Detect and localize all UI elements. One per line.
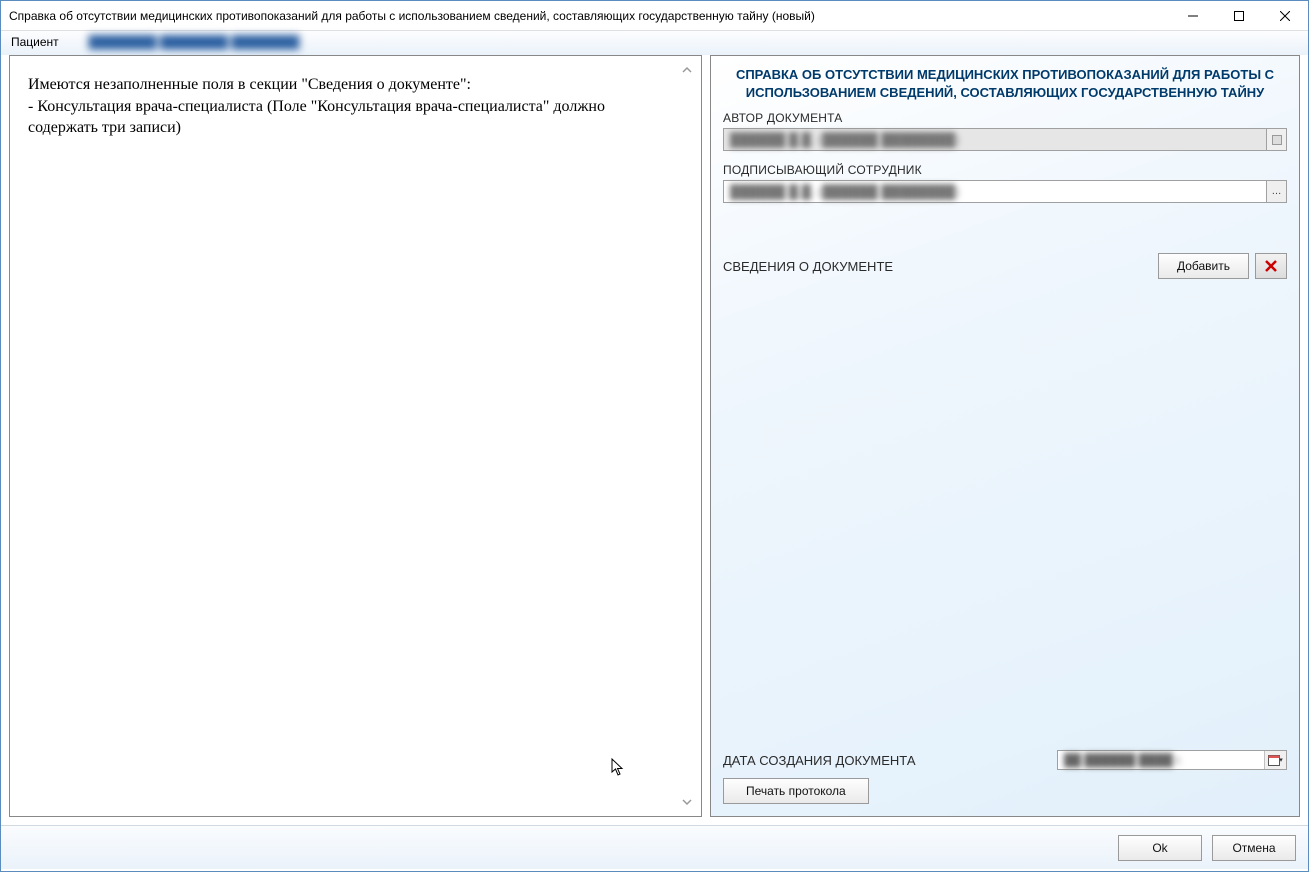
date-value[interactable]: ██ ██████ ████ г. xyxy=(1058,751,1264,769)
scroll-down-icon[interactable] xyxy=(679,794,695,810)
titlebar: Справка об отсутствии медицинских против… xyxy=(1,1,1308,31)
ok-button[interactable]: Ok xyxy=(1118,835,1202,861)
form-pane: СПРАВКА ОБ ОТСУТСТВИИ МЕДИЦИНСКИХ ПРОТИВ… xyxy=(710,55,1300,817)
signer-field-wrap: ПОДПИСЫВАЮЩИЙ СОТРУДНИК ██████ █.█. (███… xyxy=(723,163,1287,203)
patient-row: Пациент ████████ ████████ ████████ xyxy=(1,31,1308,55)
date-row: ДАТА СОЗДАНИЯ ДОКУМЕНТА ██ ██████ ████ г… xyxy=(723,750,1287,770)
signer-input[interactable]: ██████ █.█. (██████ ████████) xyxy=(724,181,1266,202)
form-spacer xyxy=(723,285,1287,742)
scroll-up-icon[interactable] xyxy=(679,62,695,78)
author-picker-button[interactable] xyxy=(1266,129,1286,150)
signer-label: ПОДПИСЫВАЮЩИЙ СОТРУДНИК xyxy=(723,163,1287,177)
validation-heading: Имеются незаполненные поля в секции "Све… xyxy=(28,74,661,96)
author-label: АВТОР ДОКУМЕНТА xyxy=(723,111,1287,125)
patient-name: ████████ ████████ ████████ xyxy=(89,35,300,49)
signer-picker-button[interactable]: … xyxy=(1266,181,1286,202)
patient-label: Пациент xyxy=(11,35,59,49)
document-heading: СПРАВКА ОБ ОТСУТСТВИИ МЕДИЦИНСКИХ ПРОТИВ… xyxy=(723,66,1287,111)
delete-button[interactable] xyxy=(1255,253,1287,279)
signer-input-row: ██████ █.█. (██████ ████████) … xyxy=(723,180,1287,203)
calendar-button[interactable]: ▾ xyxy=(1264,751,1286,769)
print-row: Печать протокола xyxy=(723,778,1287,804)
add-button[interactable]: Добавить xyxy=(1158,253,1249,279)
validation-item: - Консультация врача-специалиста (Поле "… xyxy=(28,96,661,139)
validation-pane: Имеются незаполненные поля в секции "Све… xyxy=(9,55,702,817)
window-title: Справка об отсутствии медицинских против… xyxy=(1,9,1170,23)
footer: Ok Отмена xyxy=(1,825,1308,869)
cancel-button[interactable]: Отмена xyxy=(1212,835,1296,861)
maximize-button[interactable] xyxy=(1216,1,1262,31)
section-label: СВЕДЕНИЯ О ДОКУМЕНТЕ xyxy=(723,259,1158,274)
author-input: ██████ █.█. (██████ ████████) xyxy=(724,129,1266,150)
main-area: Имеются незаполненные поля в секции "Све… xyxy=(1,55,1308,825)
date-label: ДАТА СОЗДАНИЯ ДОКУМЕНТА xyxy=(723,753,1057,768)
print-protocol-button[interactable]: Печать протокола xyxy=(723,778,869,804)
author-field-wrap: АВТОР ДОКУМЕНТА ██████ █.█. (██████ ████… xyxy=(723,111,1287,151)
close-button[interactable] xyxy=(1262,1,1308,31)
date-field[interactable]: ██ ██████ ████ г. ▾ xyxy=(1057,750,1287,770)
minimize-button[interactable] xyxy=(1170,1,1216,31)
author-input-row: ██████ █.█. (██████ ████████) xyxy=(723,128,1287,151)
section-row: СВЕДЕНИЯ О ДОКУМЕНТЕ Добавить xyxy=(723,253,1287,279)
